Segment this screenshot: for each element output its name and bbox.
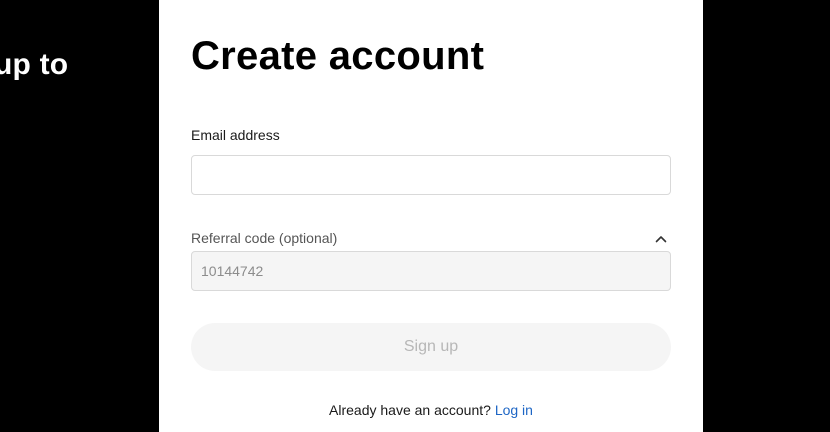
email-label: Email address: [191, 127, 280, 143]
login-prompt: Already have an account? Log in: [159, 402, 703, 418]
referral-code-field[interactable]: [191, 251, 671, 291]
promo-background: up to: [0, 0, 159, 432]
login-prompt-text: Already have an account?: [329, 402, 491, 418]
right-backdrop: [703, 0, 830, 432]
promo-headline: up to: [0, 48, 69, 81]
page-title: Create account: [191, 34, 485, 78]
create-account-panel: Create account Email address Referral co…: [159, 0, 703, 432]
chevron-up-icon[interactable]: [653, 231, 669, 247]
email-field[interactable]: [191, 155, 671, 195]
sign-up-button[interactable]: Sign up: [191, 323, 671, 371]
log-in-link[interactable]: Log in: [495, 402, 533, 418]
referral-code-label: Referral code (optional): [191, 230, 338, 246]
